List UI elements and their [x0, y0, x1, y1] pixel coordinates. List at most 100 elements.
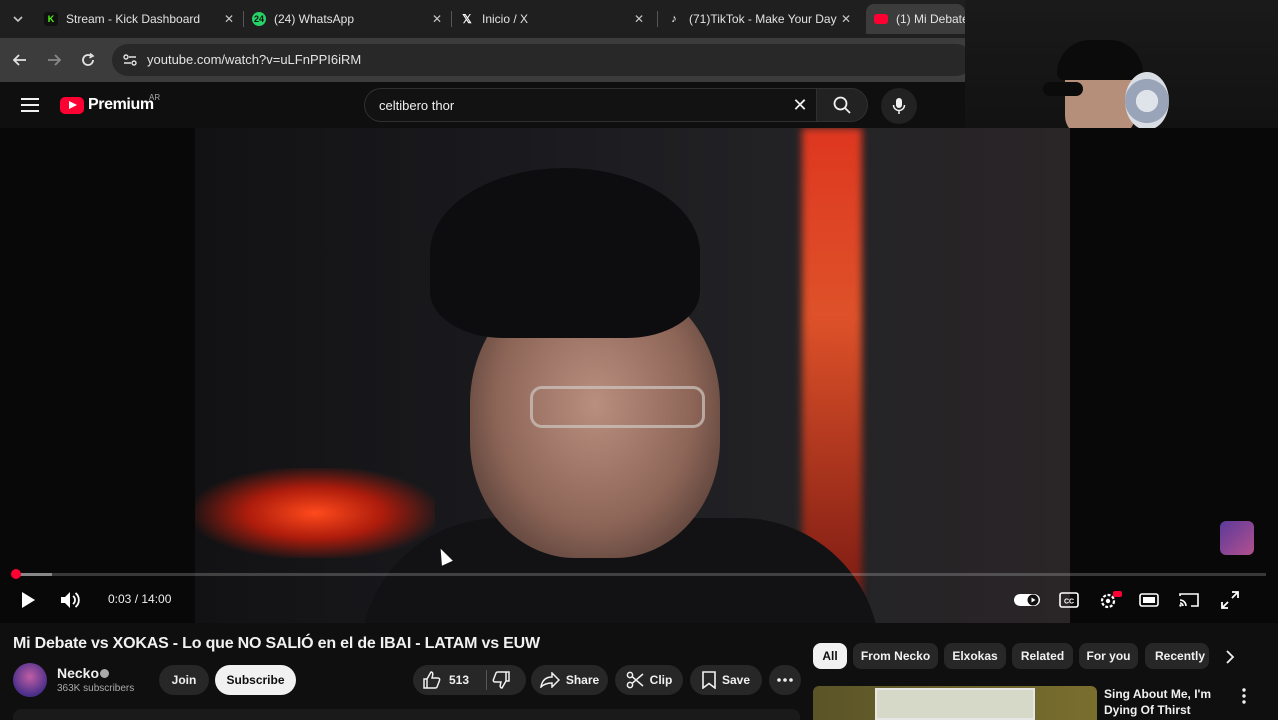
whatsapp-icon: 24 — [252, 12, 266, 26]
close-tab-icon[interactable]: ✕ — [430, 12, 444, 26]
chip-label: From Necko — [860, 649, 931, 663]
youtube-premium-logo[interactable]: Premium — [60, 96, 154, 114]
cast-button[interactable] — [1178, 588, 1200, 612]
clip-button[interactable]: Clip — [615, 665, 683, 695]
tab-separator — [657, 11, 658, 27]
dislike-button[interactable] — [492, 671, 510, 689]
verified-badge-icon — [100, 669, 109, 678]
chip-recently-uploaded[interactable]: Recently — [1145, 643, 1209, 669]
play-icon — [22, 592, 35, 608]
tab-separator — [451, 11, 452, 27]
chip-label: Elxokas — [952, 649, 998, 663]
video-player[interactable]: 0:03 / 14:00 CC — [0, 128, 1278, 623]
clip-label: Clip — [649, 673, 673, 687]
time-display: 0:03 / 14:00 — [108, 592, 172, 606]
bookmark-icon — [702, 671, 716, 689]
tiktok-icon: ♪ — [671, 13, 677, 25]
like-divider — [486, 670, 487, 690]
fullscreen-button[interactable] — [1219, 588, 1241, 612]
share-label: Share — [565, 673, 600, 687]
site-info-icon[interactable] — [122, 52, 138, 68]
browser-tab-kick[interactable]: K Stream - Kick Dashboard ✕ — [44, 4, 236, 34]
cast-icon — [1179, 593, 1199, 607]
browser-toolbar: youtube.com/watch?v=uLFnPPI6iRM — [0, 38, 972, 82]
menu-icon[interactable] — [20, 95, 40, 115]
forward-icon[interactable] — [44, 50, 64, 70]
browser-tab-x[interactable]: 𝕏 Inicio / X ✕ — [460, 4, 646, 34]
subscribe-button[interactable]: Subscribe — [215, 665, 296, 695]
tab-title: Inicio / X — [482, 12, 529, 26]
progress-bar[interactable] — [11, 569, 1266, 579]
video-person-glasses — [530, 386, 705, 428]
clear-search-icon[interactable]: ✕ — [790, 95, 810, 115]
share-icon — [539, 672, 560, 688]
back-icon[interactable] — [10, 50, 30, 70]
tab-title: (24) WhatsApp — [274, 12, 355, 26]
x-icon: 𝕏 — [462, 12, 472, 26]
chip-label: For you — [1086, 649, 1131, 663]
chip-label: All — [822, 649, 838, 663]
play-button[interactable] — [16, 588, 40, 612]
scrubber-handle[interactable] — [11, 569, 22, 579]
tab-search-chevron-icon[interactable] — [6, 8, 30, 30]
youtube-icon — [874, 14, 888, 24]
close-tab-icon[interactable]: ✕ — [222, 12, 236, 26]
chip-related[interactable]: Related — [1012, 643, 1073, 669]
chip-all[interactable]: All — [813, 643, 847, 669]
browser-tab-tiktok[interactable]: ♪ (71)TikTok - Make Your Day ✕ — [667, 4, 853, 34]
volume-button[interactable] — [58, 588, 84, 612]
chip-for-you[interactable]: For you — [1079, 643, 1138, 669]
url-text: youtube.com/watch?v=uLFnPPI6iRM — [147, 52, 362, 67]
browser-tab-whatsapp[interactable]: 24 (24) WhatsApp ✕ — [252, 4, 444, 34]
theater-mode-button[interactable] — [1138, 588, 1160, 612]
gear-icon — [1100, 591, 1122, 609]
video-red-light-right — [802, 128, 862, 598]
search-input[interactable]: celtibero thor ✕ — [364, 88, 816, 122]
volume-icon — [61, 592, 80, 608]
svg-text:CC: CC — [1064, 599, 1074, 606]
recommendation-thumbnail[interactable] — [813, 686, 1097, 720]
more-actions-button[interactable] — [769, 665, 801, 695]
chip-label: Recently — [1155, 649, 1206, 663]
webcam-cap — [1057, 40, 1143, 80]
close-tab-icon[interactable]: ✕ — [632, 12, 646, 26]
recommendation-title[interactable]: Sing About Me, I'm Dying Of Thirst — [1104, 686, 1234, 718]
webcam-cap-visor — [1043, 82, 1083, 96]
like-count: 513 — [449, 673, 470, 687]
subscriber-count: 363K subscribers — [57, 683, 135, 694]
captions-icon: CC — [1059, 592, 1079, 608]
channel-watermark[interactable] — [1220, 521, 1254, 555]
browser-tab-youtube[interactable]: (1) Mi Debate — [866, 4, 965, 34]
voice-search-button[interactable] — [881, 88, 917, 124]
address-bar[interactable]: youtube.com/watch?v=uLFnPPI6iRM — [112, 44, 972, 76]
save-button[interactable]: Save — [690, 665, 762, 695]
channel-avatar[interactable] — [13, 663, 47, 697]
scissors-icon — [626, 671, 644, 689]
video-title: Mi Debate vs XOKAS - Lo que NO SALIÓ en … — [13, 635, 540, 652]
autoplay-toggle[interactable] — [1013, 588, 1041, 612]
join-button[interactable]: Join — [159, 665, 209, 695]
chip-elxokas[interactable]: Elxokas — [944, 643, 1006, 669]
tab-title: Stream - Kick Dashboard — [66, 12, 201, 26]
tab-title: (1) Mi Debate — [896, 12, 965, 26]
search-button[interactable] — [816, 88, 868, 122]
share-button[interactable]: Share — [531, 665, 608, 695]
like-button[interactable]: 513 — [423, 671, 469, 689]
close-tab-icon[interactable]: ✕ — [839, 12, 853, 26]
theater-icon — [1139, 593, 1159, 607]
webcam-headset — [1125, 72, 1169, 130]
settings-button[interactable] — [1097, 588, 1123, 612]
more-vertical-icon[interactable] — [1238, 688, 1250, 704]
microphone-icon — [892, 98, 906, 114]
tab-title: (71)TikTok - Make Your Day — [689, 12, 837, 26]
reload-icon[interactable] — [78, 50, 98, 70]
browser-tab-strip: K Stream - Kick Dashboard ✕ 24 (24) What… — [0, 0, 965, 38]
chips-next-chevron-icon[interactable] — [1221, 648, 1239, 666]
chip-from-necko[interactable]: From Necko — [853, 643, 938, 669]
subtitles-button[interactable]: CC — [1058, 588, 1080, 612]
channel-name[interactable]: Necko — [57, 665, 99, 681]
subscribe-label: Subscribe — [226, 673, 285, 687]
tab-separator — [243, 11, 244, 27]
search-icon — [833, 96, 851, 114]
description-box[interactable] — [13, 709, 800, 720]
